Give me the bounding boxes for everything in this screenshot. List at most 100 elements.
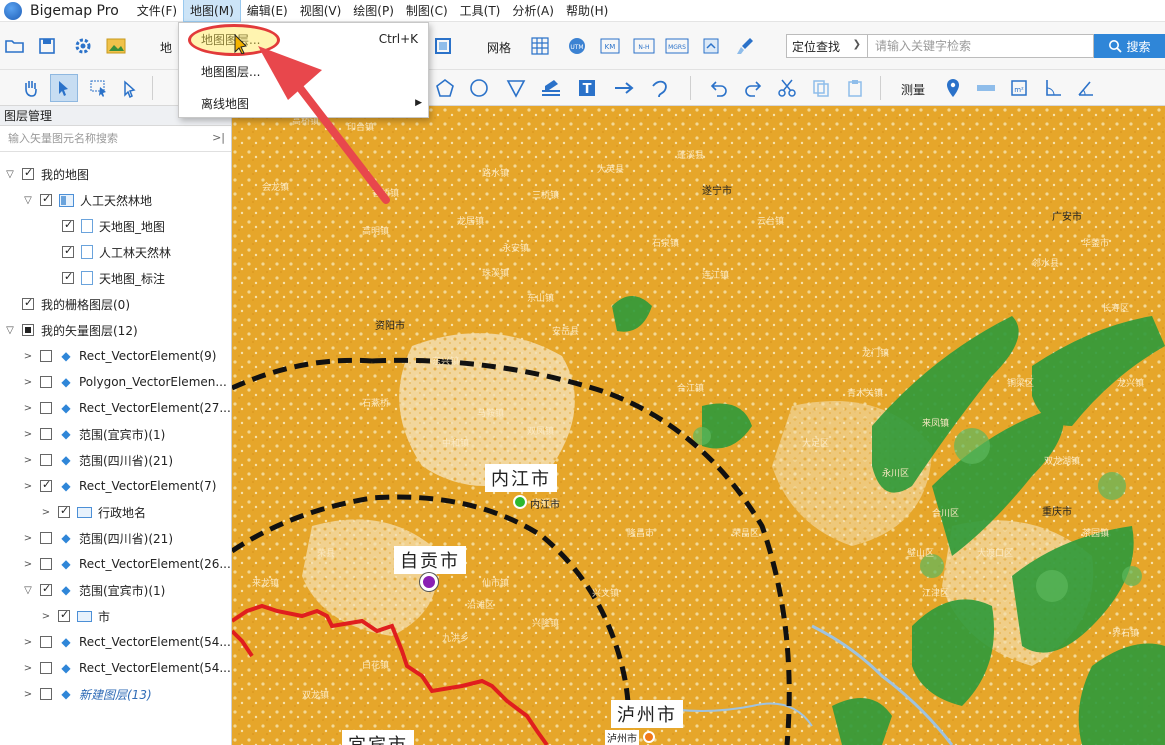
copy-icon[interactable] [808, 75, 834, 101]
layer-checkbox[interactable] [40, 688, 52, 700]
tree-item-new-layer[interactable]: > ◆ 新建图层(13) [22, 681, 152, 707]
map-canvas[interactable]: 高桥镇 印台镇 大英县 香桥镇 路水镇 三桥镇 蓬溪县 会龙镇 云台镇 高明镇 … [232, 106, 1165, 745]
locate-search-combo[interactable]: 定位查找 ❯ [786, 34, 868, 58]
expand-arrow-icon[interactable]: ▽ [22, 585, 34, 596]
layer-checkbox[interactable] [40, 636, 52, 648]
expand-arrow-icon[interactable]: > [22, 559, 34, 570]
tree-item-vector[interactable]: > ◆ 范围(宜宾市)(1) [22, 421, 166, 447]
layer-checkbox[interactable] [62, 270, 74, 284]
tree-item-raster-layers[interactable]: 我的栅格图层(0) [4, 291, 130, 317]
menu-view[interactable]: 视图(V) [294, 0, 348, 21]
circle-tool-icon[interactable] [466, 75, 492, 101]
tree-item-city-folder[interactable]: > 市 [40, 603, 110, 629]
layer-checkbox[interactable] [40, 582, 52, 596]
layer-search-input[interactable] [0, 126, 200, 150]
edit-node-icon[interactable] [118, 75, 144, 101]
city-marker-neijiang[interactable] [513, 495, 527, 509]
expand-arrow-icon[interactable]: ▽ [4, 325, 16, 336]
nh-grid-icon[interactable]: N-H [631, 33, 657, 59]
triangle-tool-icon[interactable] [503, 75, 529, 101]
settings-gear-icon[interactable] [70, 33, 96, 59]
tree-item-vector[interactable]: > ◆ 范围(四川省)(21) [22, 447, 173, 473]
grid-icon[interactable] [527, 33, 553, 59]
tree-item-vector[interactable]: > ◆ Rect_VectorElement(9) [22, 343, 217, 369]
expand-arrow-icon[interactable]: > [22, 429, 34, 440]
layer-checkbox[interactable] [22, 296, 34, 310]
city-marker-zigong[interactable] [420, 573, 438, 591]
tree-item-tianditu-map[interactable]: 天地图_地图 [44, 213, 165, 239]
tree-item-vector[interactable]: ▽ ◆ 范围(宜宾市)(1) [22, 577, 165, 603]
undo-icon[interactable] [706, 75, 732, 101]
expand-arrow-icon[interactable]: > [22, 481, 34, 492]
menu-analysis[interactable]: 分析(A) [506, 0, 560, 21]
tree-item-vector[interactable]: > ◆ Rect_VectorElement(54... [22, 655, 231, 681]
tree-item-vector[interactable]: > ◆ 范围(四川省)(21) [22, 525, 173, 551]
polygon-tool-icon[interactable] [432, 75, 458, 101]
redo-icon[interactable] [740, 75, 766, 101]
tree-item-vector[interactable]: > ◆ Rect_VectorElement(26... [22, 551, 231, 577]
arrow-tool-icon[interactable] [612, 75, 638, 101]
menu-help[interactable]: 帮助(H) [560, 0, 614, 21]
expand-arrow-icon[interactable]: ▽ [22, 195, 34, 206]
utm-globe-icon[interactable]: UTM [564, 33, 590, 59]
layer-checkbox[interactable] [58, 504, 70, 518]
search-button[interactable]: 搜索 [1094, 34, 1165, 58]
select-pointer-icon[interactable] [50, 74, 78, 102]
measure-distance-icon[interactable] [973, 75, 999, 101]
mgrs-grid-icon[interactable]: MGRS [664, 33, 690, 59]
tree-item-vector[interactable]: > ◆ Rect_VectorElement(27... [22, 395, 231, 421]
text-tool-icon[interactable]: T [574, 75, 600, 101]
menu-cartography[interactable]: 制图(C) [400, 0, 454, 21]
box-select-icon[interactable] [86, 75, 112, 101]
layer-checkbox[interactable] [22, 324, 34, 336]
expand-arrow-icon[interactable]: > [22, 663, 34, 674]
menu-file[interactable]: 文件(F) [131, 0, 183, 21]
layer-checkbox[interactable] [62, 218, 74, 232]
city-marker-luzhou[interactable] [643, 731, 655, 743]
line-style-icon[interactable] [538, 75, 564, 101]
menu-map[interactable]: 地图(M) [183, 0, 241, 22]
image-icon[interactable] [103, 33, 129, 59]
layer-checkbox[interactable] [40, 454, 52, 466]
layer-checkbox[interactable] [40, 376, 52, 388]
map-import-icon[interactable] [698, 33, 724, 59]
expand-arrow-icon[interactable]: > [22, 403, 34, 414]
location-pin-icon[interactable] [940, 75, 966, 101]
layer-checkbox[interactable] [40, 428, 52, 440]
expand-arrow-icon[interactable]: > [22, 689, 34, 700]
menu-item-offline-map[interactable]: 离线地图 ▶ [179, 87, 428, 119]
menu-edit[interactable]: 编辑(E) [241, 0, 294, 21]
menu-item-map-layers[interactable]: 地图图层... [179, 55, 428, 87]
layer-checkbox[interactable] [40, 662, 52, 674]
measure-angle-icon[interactable] [1040, 75, 1066, 101]
layer-checkbox[interactable] [40, 350, 52, 362]
expand-arrow-icon[interactable]: > [22, 351, 34, 362]
paste-icon[interactable] [842, 75, 868, 101]
expand-arrow-icon[interactable]: > [22, 533, 34, 544]
layer-checkbox[interactable] [40, 402, 52, 414]
layer-checkbox[interactable] [40, 532, 52, 544]
tree-item-vector[interactable]: > ◆ Rect_VectorElement(7) [22, 473, 217, 499]
curve-tool-icon[interactable] [648, 75, 674, 101]
menu-tools[interactable]: 工具(T) [454, 0, 507, 21]
tree-item-vector[interactable]: > ◆ Polygon_VectorElemen... [22, 369, 227, 395]
tree-item-vector[interactable]: > ◆ Rect_VectorElement(54... [22, 629, 231, 655]
expand-arrow-icon[interactable]: > [22, 377, 34, 388]
measure-area-icon[interactable]: m² [1006, 75, 1032, 101]
measure-azimuth-icon[interactable] [1073, 75, 1099, 101]
layer-checkbox[interactable] [22, 166, 34, 180]
tree-item-plantation-forest[interactable]: ▽ 人工天然林地 [22, 187, 152, 213]
tree-item-my-map[interactable]: ▽ 我的地图 [4, 161, 89, 187]
km-grid-icon[interactable]: KM [597, 33, 623, 59]
fullscreen-icon[interactable] [430, 33, 456, 59]
menu-draw[interactable]: 绘图(P) [347, 0, 400, 21]
expand-arrow-icon[interactable]: > [22, 637, 34, 648]
clear-brush-icon[interactable] [732, 33, 758, 59]
expand-arrow-icon[interactable]: ▽ [4, 169, 16, 180]
tree-item-vector-layers[interactable]: ▽ 我的矢量图层(12) [4, 317, 138, 343]
expand-arrow-icon[interactable]: > [22, 455, 34, 466]
layer-checkbox[interactable] [40, 558, 52, 570]
open-folder-icon[interactable] [2, 33, 28, 59]
layer-checkbox[interactable] [62, 244, 74, 258]
tree-item-admin-names[interactable]: > 行政地名 [40, 499, 146, 525]
